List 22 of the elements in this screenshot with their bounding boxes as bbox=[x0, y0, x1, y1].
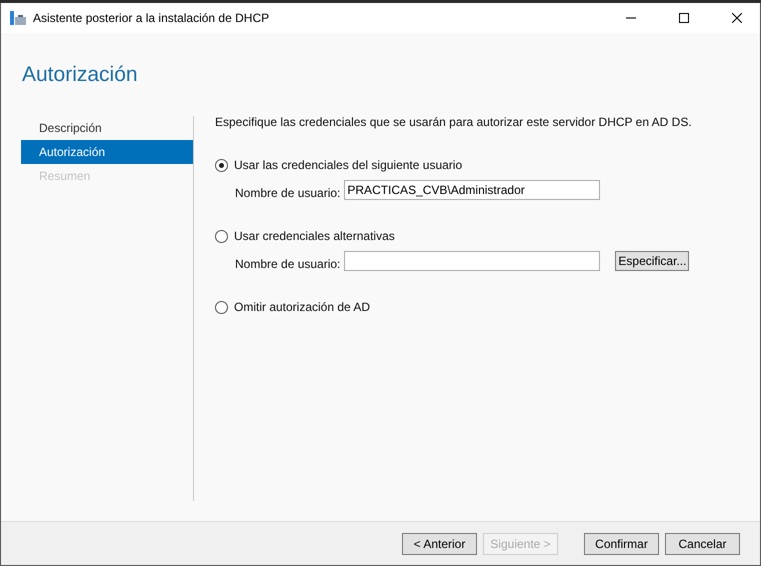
instructions-text: Especifique las credenciales que se usarán para autorizar este servidor DHCP en AD DS. bbox=[215, 115, 693, 129]
window-title: Asistente posterior a la instalación de DHCP bbox=[33, 11, 270, 25]
field-label: Nombre de usuario: bbox=[235, 257, 340, 271]
radio-label[interactable]: Omitir autorización de AD bbox=[234, 300, 370, 314]
field-label: Nombre de usuario: bbox=[235, 186, 340, 200]
radio-label[interactable]: Usar las credenciales del siguiente usuario bbox=[234, 158, 462, 172]
wizard-step[interactable]: Descripción bbox=[21, 116, 193, 140]
radio-button[interactable] bbox=[215, 230, 228, 242]
wizard-step[interactable]: Autorización bbox=[21, 140, 193, 164]
radio-label[interactable]: Usar credenciales alternativas bbox=[234, 229, 395, 243]
username-field[interactable]: PRACTICAS_CVB\Administrador bbox=[344, 180, 600, 200]
maximize-icon bbox=[679, 13, 689, 23]
server-icon bbox=[10, 11, 26, 25]
specify-button[interactable]: Especificar... bbox=[615, 251, 690, 271]
username-field[interactable] bbox=[344, 251, 600, 271]
wizard-button[interactable]: Cancelar bbox=[665, 532, 740, 554]
close-icon bbox=[732, 13, 742, 23]
radio-button[interactable] bbox=[215, 300, 228, 314]
wizard-button[interactable]: Confirmar bbox=[584, 532, 659, 554]
page-heading: Autorización bbox=[22, 63, 138, 86]
wizard-button[interactable]: < Anterior bbox=[402, 532, 477, 554]
radio-button[interactable] bbox=[215, 158, 228, 172]
